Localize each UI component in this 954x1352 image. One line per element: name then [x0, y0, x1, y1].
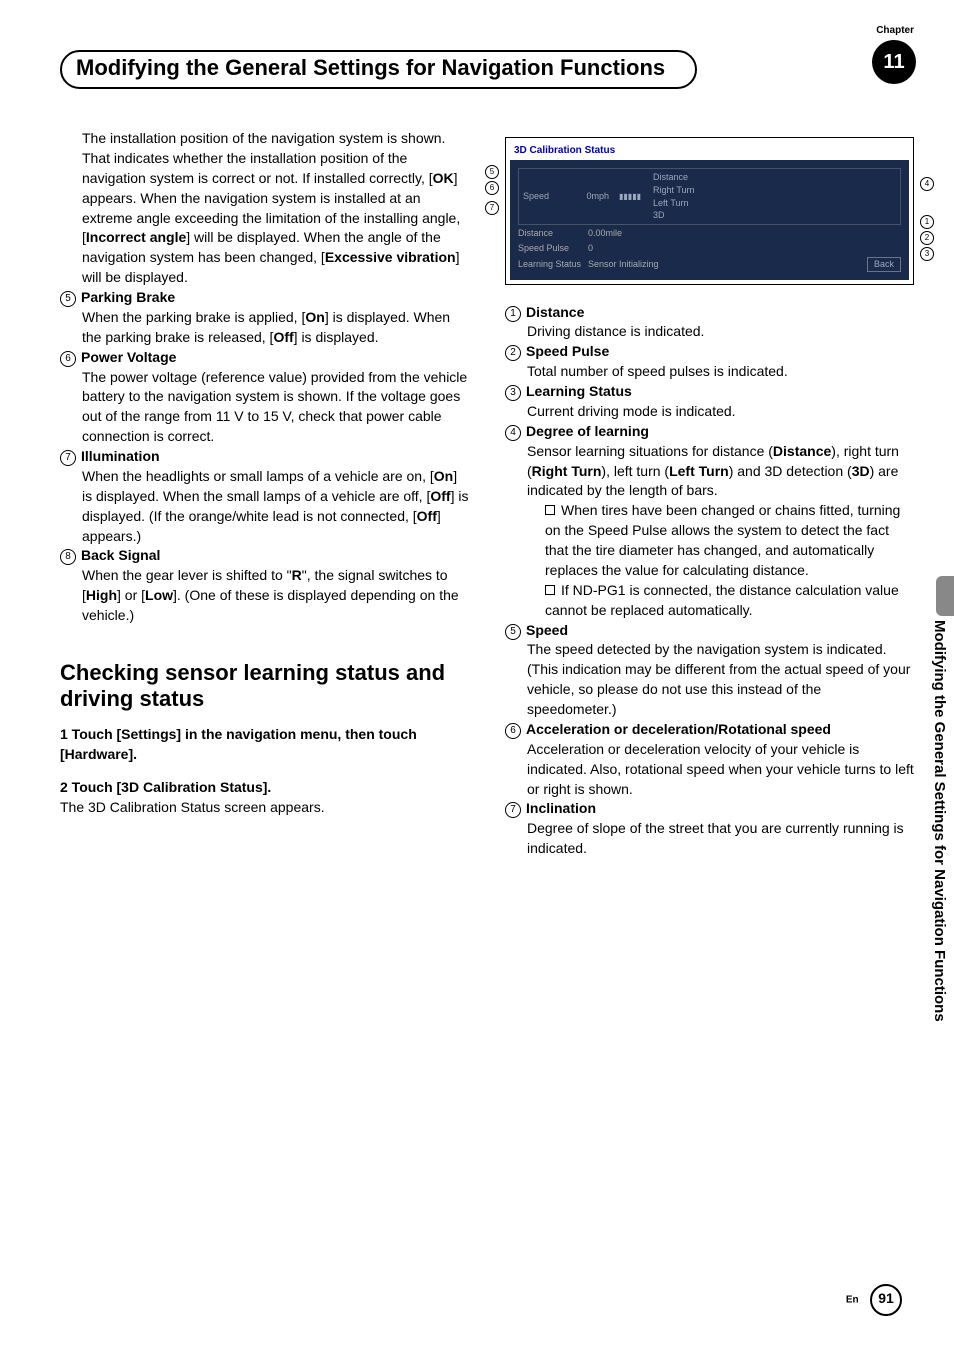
r-item-2-body: Total number of speed pulses is indicate…	[505, 362, 914, 382]
marker-7: 7	[60, 450, 76, 466]
install-position-paragraph: The installation position of the navigat…	[60, 129, 469, 288]
callout-3: 3	[920, 247, 934, 261]
figure-wrap: 5 6 7 4 1 2 3 3D Calibration Status Spee…	[505, 137, 914, 285]
r-item-2: 2Speed Pulse	[505, 342, 914, 362]
figure-title: 3D Calibration Status	[510, 142, 909, 160]
calibration-figure: 3D Calibration Status Speed 0mph ▮▮▮▮▮ D…	[505, 137, 914, 285]
item-8-body: When the gear lever is shifted to "R", t…	[60, 566, 469, 626]
item-6-body: The power voltage (reference value) prov…	[60, 368, 469, 448]
r-item-3-body: Current driving mode is indicated.	[505, 402, 914, 422]
callout-7: 7	[485, 201, 499, 215]
box-bullet-icon	[545, 505, 555, 515]
header: Chapter 11 Modifying the General Setting…	[60, 50, 914, 89]
r-item-1: 1Distance	[505, 303, 914, 323]
marker-5: 5	[60, 291, 76, 307]
r-item-3: 3Learning Status	[505, 382, 914, 402]
item-8: 8Back Signal	[60, 546, 469, 566]
marker-8: 8	[60, 549, 76, 565]
step-2: 2 Touch [3D Calibration Status].	[60, 778, 469, 798]
side-grip	[936, 576, 954, 616]
r-item-6-body: Acceleration or deceleration velocity of…	[505, 740, 914, 800]
footer: En 91	[846, 1284, 902, 1316]
r-item-5-body: The speed detected by the navigation sys…	[505, 640, 914, 720]
callout-2: 2	[920, 231, 934, 245]
bullet-2: If ND-PG1 is connected, the distance cal…	[505, 581, 914, 621]
title-pill: Modifying the General Settings for Navig…	[60, 50, 697, 89]
item-7-body: When the headlights or small lamps of a …	[60, 467, 469, 547]
callout-1: 1	[920, 215, 934, 229]
item-5: 5Parking Brake	[60, 288, 469, 308]
r-item-6: 6Acceleration or deceleration/Rotational…	[505, 720, 914, 740]
subsection-heading: Checking sensor learning status and driv…	[60, 660, 469, 713]
box-bullet-icon	[545, 585, 555, 595]
chapter-number-badge: 11	[872, 40, 916, 84]
r-item-5: 5Speed	[505, 621, 914, 641]
back-button[interactable]: Back	[867, 257, 901, 272]
item-7: 7Illumination	[60, 447, 469, 467]
page-number: 91	[870, 1284, 902, 1316]
step-1: 1 Touch [Settings] in the navigation men…	[60, 725, 469, 765]
r-item-7-body: Degree of slope of the street that you a…	[505, 819, 914, 859]
right-column: 5 6 7 4 1 2 3 3D Calibration Status Spee…	[505, 129, 914, 859]
chapter-label: Chapter	[876, 25, 914, 36]
callout-4: 4	[920, 177, 934, 191]
side-tab: Modifying the General Settings for Navig…	[931, 620, 948, 1022]
left-column: The installation position of the navigat…	[60, 129, 469, 859]
r-item-4-body: Sensor learning situations for distance …	[505, 442, 914, 502]
r-item-7: 7Inclination	[505, 799, 914, 819]
item-5-body: When the parking brake is applied, [On] …	[60, 308, 469, 348]
lang-label: En	[846, 1295, 859, 1306]
callout-6: 6	[485, 181, 499, 195]
bullet-1: When tires have been changed or chains f…	[505, 501, 914, 581]
item-6: 6Power Voltage	[60, 348, 469, 368]
marker-6: 6	[60, 351, 76, 367]
r-item-1-body: Driving distance is indicated.	[505, 322, 914, 342]
callout-5: 5	[485, 165, 499, 179]
r-item-4: 4Degree of learning	[505, 422, 914, 442]
step-2-body: The 3D Calibration Status screen appears…	[60, 798, 469, 818]
page-title: Modifying the General Settings for Navig…	[76, 55, 665, 80]
